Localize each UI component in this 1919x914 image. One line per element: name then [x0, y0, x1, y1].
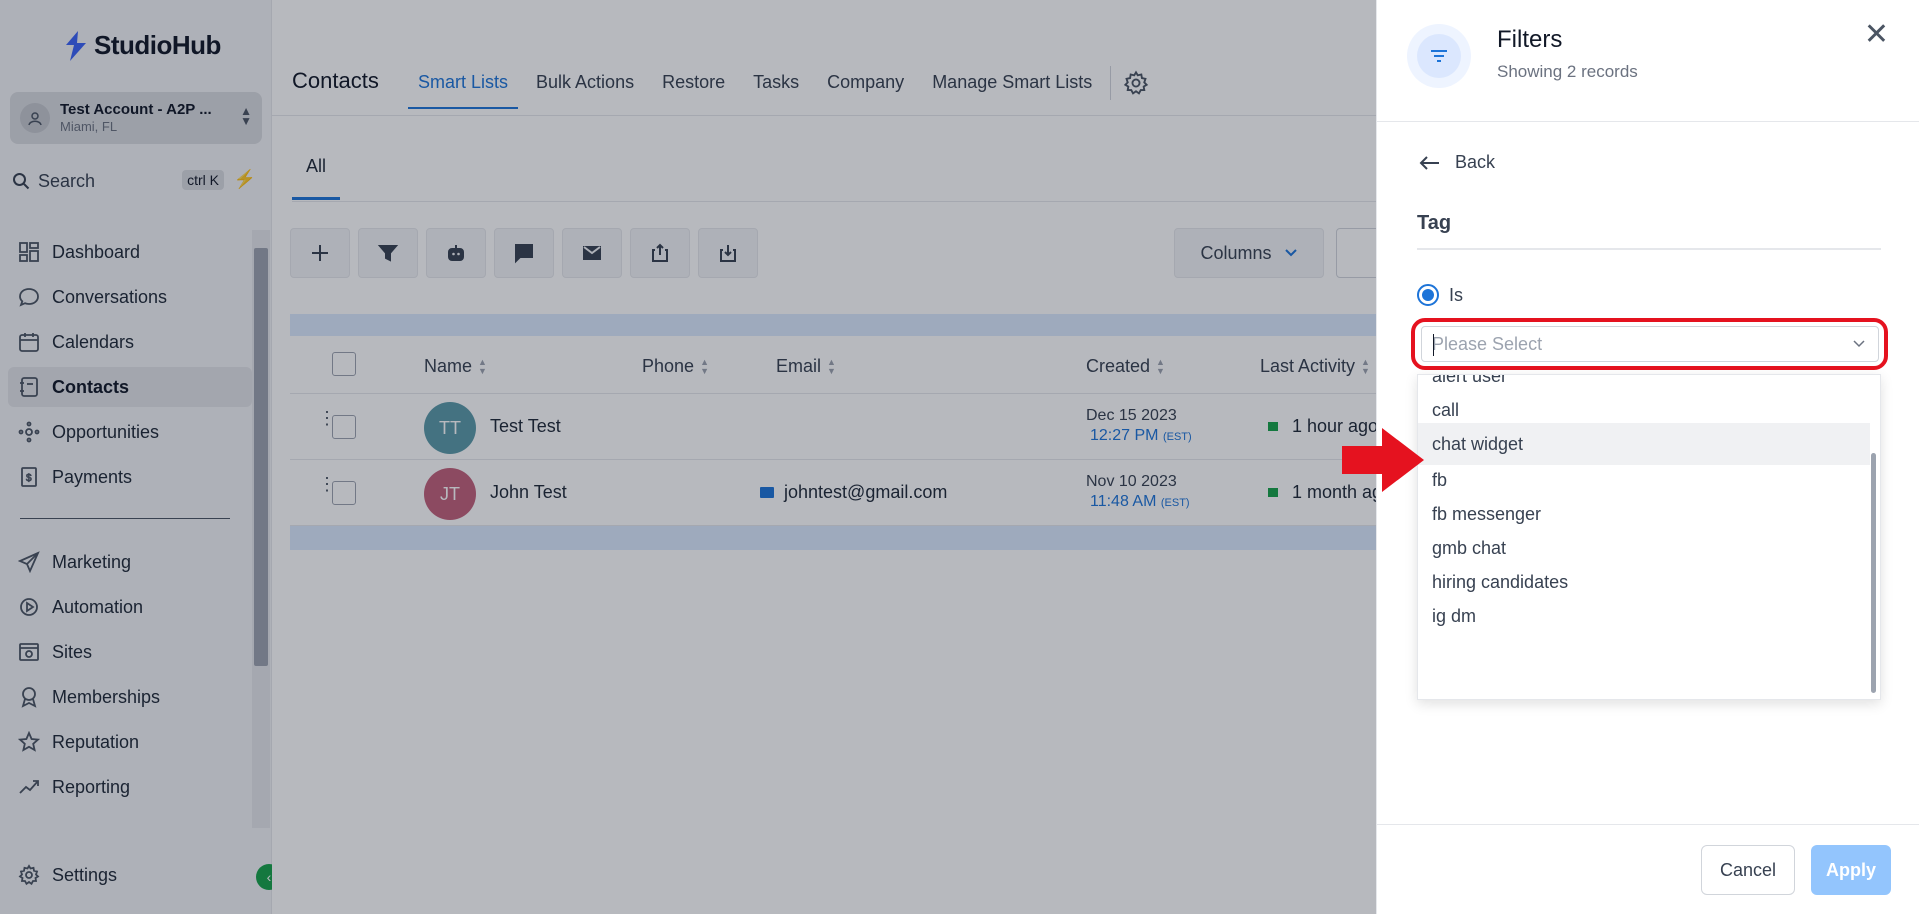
apply-button[interactable]: Apply: [1811, 845, 1891, 895]
operator-label: Is: [1449, 284, 1464, 305]
field-divider: [1417, 248, 1881, 250]
dropdown-scrollbar[interactable]: [1871, 453, 1876, 693]
operator-is-radio[interactable]: Is: [1417, 284, 1463, 306]
back-button[interactable]: Back: [1419, 152, 1495, 173]
text-caret: [1433, 334, 1434, 356]
back-label: Back: [1455, 152, 1496, 172]
drawer-title: Filters: [1497, 26, 1563, 53]
filter-field-label: Tag: [1417, 212, 1452, 234]
arrow-left-icon: [1419, 155, 1439, 170]
modal-backdrop[interactable]: [0, 0, 1376, 914]
chevron-down-icon: [1853, 340, 1865, 348]
option-ig-dm[interactable]: ig dm: [1418, 595, 1870, 637]
drawer-subtitle: Showing 2 records: [1497, 62, 1638, 81]
pointer-arrow-annotation: [1342, 428, 1424, 492]
filters-drawer: Filters Showing 2 records ✕ Back Tag Is …: [1376, 0, 1919, 914]
drawer-footer: Cancel Apply: [1377, 824, 1919, 914]
select-placeholder: Please Select: [1432, 333, 1543, 354]
close-icon[interactable]: ✕: [1864, 20, 1889, 50]
filter-lines-icon: [1407, 24, 1471, 88]
drawer-header: Filters Showing 2 records ✕: [1377, 0, 1919, 122]
cancel-button[interactable]: Cancel: [1701, 845, 1795, 895]
tag-select[interactable]: Please Select: [1421, 326, 1879, 362]
tag-options-dropdown[interactable]: alert user call chat widget fb fb messen…: [1417, 374, 1881, 700]
radio-button[interactable]: [1417, 284, 1439, 306]
